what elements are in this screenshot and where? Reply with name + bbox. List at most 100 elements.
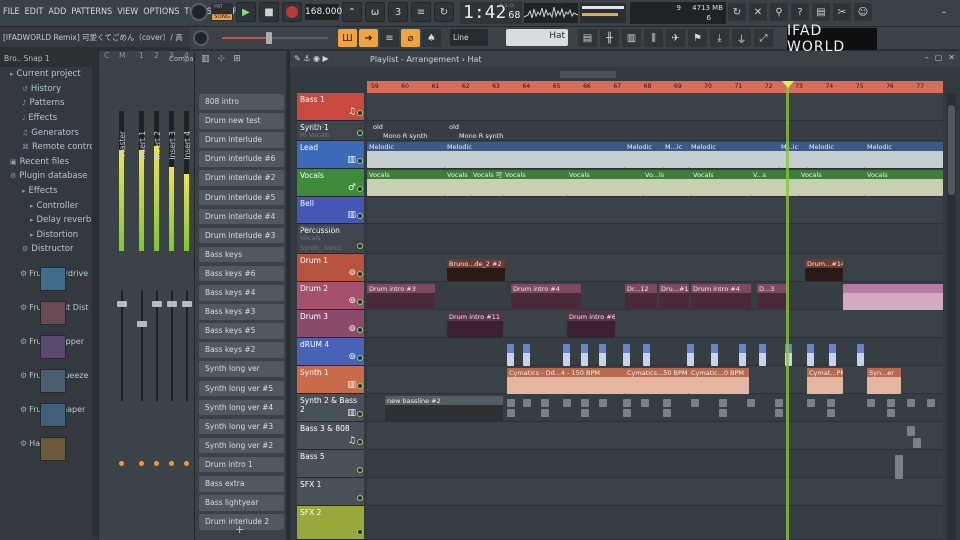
menu-add[interactable]: ADD <box>48 7 66 17</box>
playlist-clip[interactable]: Vocals <box>799 170 865 196</box>
track-mute-led[interactable] <box>357 243 363 249</box>
refresh-icon[interactable]: ↻ <box>728 3 746 21</box>
channel-button[interactable]: Synth long ver <box>199 361 284 377</box>
add-channel-button[interactable]: + <box>235 523 244 536</box>
plug-icon[interactable]: ⏚ <box>732 29 751 47</box>
track-header[interactable]: Bass 5 <box>297 450 364 478</box>
track-header[interactable]: Vocals ♂ <box>297 169 364 197</box>
playlist-clip[interactable] <box>663 399 671 407</box>
playlist-clip[interactable] <box>747 399 755 407</box>
playlist-maximize-icon[interactable]: ▢ <box>935 53 943 62</box>
tools-icon[interactable]: ✕ <box>749 3 767 21</box>
channel-button[interactable]: Synth long ver #4 <box>199 399 284 416</box>
channel-button[interactable]: Bass keys <box>199 246 284 263</box>
draw-tool-icon[interactable]: ≡ <box>380 29 399 47</box>
time-ruler[interactable]: 59 60 61 62 63 64 65 66 67 68 69 70 71 72 73 74 75 76 77 <box>367 81 943 93</box>
playlist-clip[interactable] <box>927 399 935 407</box>
playlist-clip[interactable]: Vocals <box>865 170 943 196</box>
playlist-clip[interactable]: Dr...12 <box>625 284 657 310</box>
step-icon[interactable]: ⊞ <box>233 54 241 64</box>
playlist-clip[interactable] <box>843 284 943 310</box>
main-volume-knob[interactable] <box>190 3 208 21</box>
playlist-clip[interactable] <box>623 399 631 407</box>
track-lane[interactable] <box>367 93 943 121</box>
track-header[interactable]: Bell ▥ <box>297 197 364 224</box>
playlist-clip[interactable] <box>623 344 630 366</box>
wait-input-button[interactable]: ω <box>365 2 385 22</box>
track-header[interactable]: Synth 2 & Bass 2 ▥ <box>297 394 364 422</box>
playlist-clip[interactable] <box>523 399 531 407</box>
playlist-clip[interactable] <box>887 409 895 417</box>
help-icon[interactable]: ? <box>791 3 809 21</box>
blend-button[interactable]: ≡ <box>411 2 431 22</box>
channel-button[interactable]: Drum interlude #5 <box>199 189 284 205</box>
playlist-clip[interactable]: Melodic <box>865 142 943 168</box>
playlist-clip[interactable]: old <box>447 122 517 131</box>
mixer-enable-led[interactable] <box>119 461 124 466</box>
mixer-fader-track[interactable] <box>186 291 188 401</box>
song-time-display[interactable]: 1:42 68 M:S:CS <box>460 2 522 24</box>
playlist-clip[interactable] <box>759 344 766 366</box>
playlist-clip[interactable] <box>711 344 718 366</box>
playlist-clip[interactable] <box>581 344 588 366</box>
track-header[interactable]: Synth 1 ▥ <box>297 366 364 394</box>
channel-button[interactable]: Drum new test <box>199 113 284 129</box>
track-header[interactable]: SFX 1 <box>297 478 364 506</box>
mixer-fader[interactable] <box>167 301 177 307</box>
playlist-clip[interactable]: Melodic <box>807 142 865 168</box>
playlist-clip[interactable] <box>641 399 649 407</box>
playlist-clip[interactable]: Vo...ls <box>643 170 691 196</box>
playlist-icon[interactable]: ▤ <box>578 29 597 47</box>
plugin-item[interactable]: ⚙Fruity Squeeze <box>0 359 98 393</box>
playlist-clip[interactable]: Drum intro #6 <box>567 312 615 338</box>
track-lane[interactable] <box>367 506 943 540</box>
browser-item[interactable]: ▸ Delay reverb <box>0 213 98 228</box>
playlist-clip[interactable] <box>523 344 530 366</box>
track-mute-led[interactable] <box>357 411 363 417</box>
plugin-item[interactable]: ⚙Fruity B..rdrive <box>0 257 98 291</box>
playlist-clip[interactable] <box>807 344 814 366</box>
playlist-clip[interactable] <box>599 344 606 366</box>
playlist-clip[interactable]: Vocals <box>691 170 751 196</box>
playlist-clip[interactable] <box>541 399 549 407</box>
track-lane[interactable] <box>367 197 943 224</box>
channel-button[interactable]: Drum interlude <box>199 132 284 148</box>
piano-icon[interactable]: ▥ <box>201 54 210 64</box>
playlist-clip[interactable] <box>739 344 746 366</box>
channel-button[interactable]: Bass keys #3 <box>199 304 284 320</box>
playlist-clip[interactable]: Drum intro #3 <box>367 284 435 310</box>
playlist-clip[interactable] <box>913 438 921 448</box>
track-mute-led[interactable] <box>357 158 363 164</box>
track-header[interactable]: Drum 3 ⊚ <box>297 310 364 338</box>
playlist-clip[interactable]: Cymat...PM <box>807 368 843 394</box>
plugin-picker-icon[interactable]: ✈ <box>666 29 685 47</box>
minimize-icon[interactable]: – <box>935 3 953 21</box>
playlist-clip[interactable] <box>599 399 607 407</box>
stop-button[interactable]: ■ <box>259 2 279 22</box>
playlist-tools-icon[interactable]: ✎ ⚓ ◉ ▶ <box>294 54 329 63</box>
playlist-clip[interactable]: Vocals 可愛 <box>471 170 503 196</box>
mixer-enable-led[interactable] <box>139 461 144 466</box>
pitch-slider-thumb[interactable] <box>266 32 272 44</box>
mixer-fader-track[interactable] <box>141 291 143 401</box>
channel-button[interactable]: Drum intro 1 <box>199 456 284 473</box>
plugin-item[interactable]: ⚙Hardcore <box>0 427 98 461</box>
playlist-clip[interactable]: Cymatics...50 BPM <box>625 368 689 394</box>
menu-edit[interactable]: EDIT <box>25 7 44 17</box>
mixer-fader[interactable] <box>117 301 127 307</box>
track-mute-led[interactable] <box>357 327 363 333</box>
playlist-clip[interactable]: Drum...#14 <box>805 259 843 281</box>
playlist-overview[interactable] <box>290 67 960 81</box>
playhead[interactable] <box>786 83 789 540</box>
channel-button[interactable]: Bass keys #6 <box>199 265 284 282</box>
mixer-fader[interactable] <box>137 321 147 327</box>
menu-view[interactable]: VIEW <box>117 7 138 17</box>
mixer-fader-track[interactable] <box>156 291 158 401</box>
track-mute-led[interactable] <box>357 130 363 136</box>
playlist-clip[interactable]: Melodic <box>367 142 445 168</box>
track-mute-led[interactable] <box>357 529 363 535</box>
browser-item[interactable]: ↺ History <box>0 82 98 97</box>
record-button[interactable] <box>282 2 302 22</box>
hat-icon[interactable]: ♠ <box>422 29 441 47</box>
channel-button[interactable]: Synth long ver #2 <box>199 437 284 454</box>
